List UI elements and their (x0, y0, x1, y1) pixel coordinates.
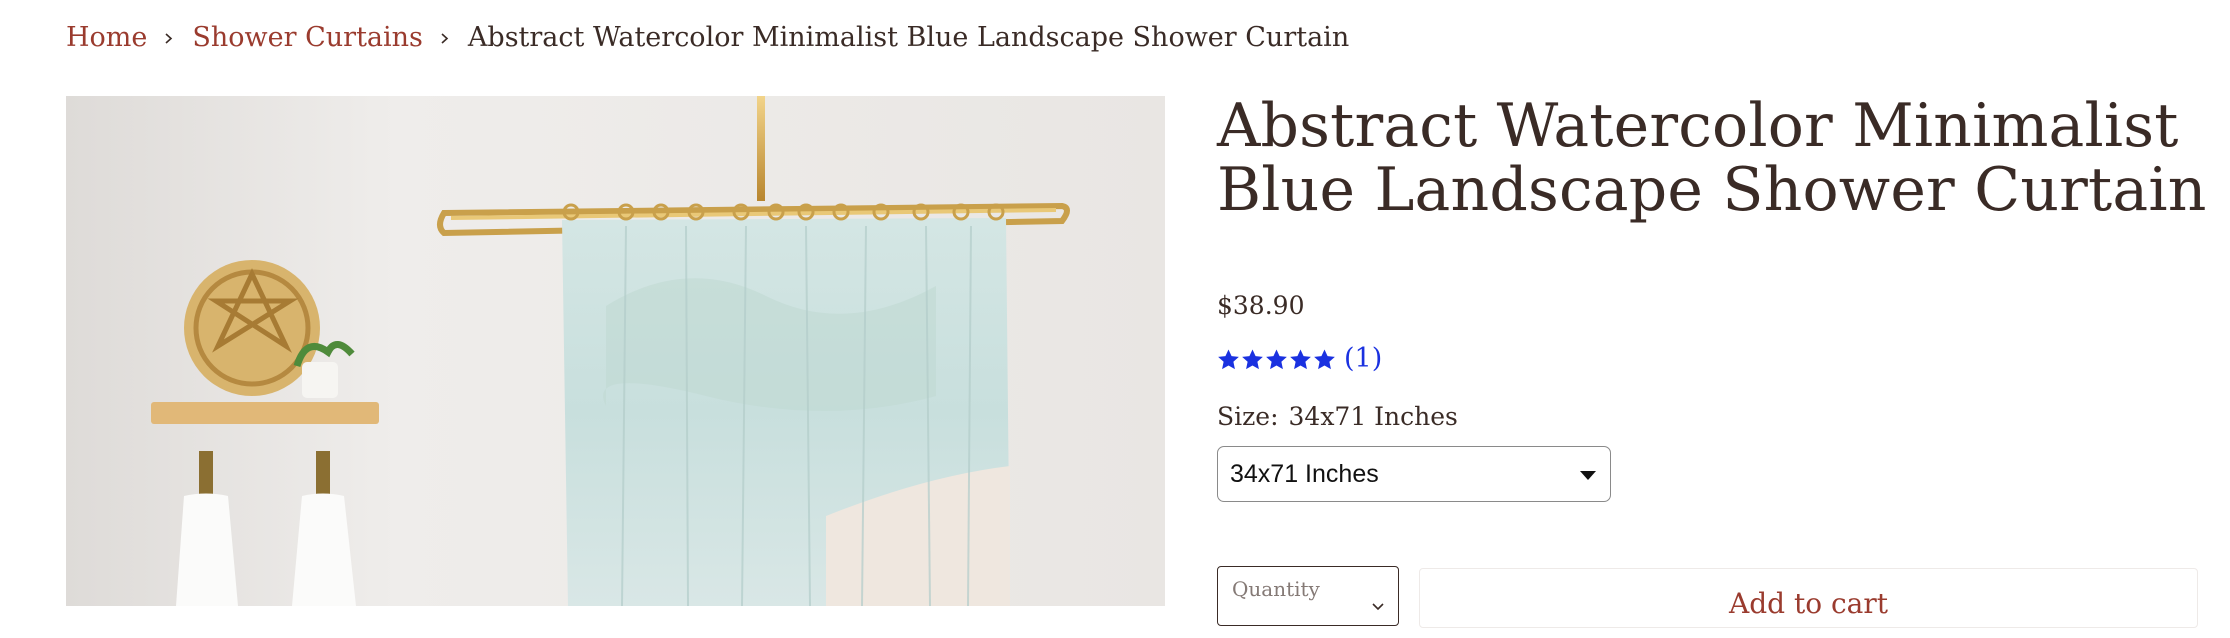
star-icon (1266, 348, 1287, 369)
size-label-text: Size: (1217, 402, 1279, 431)
caret-down-icon (1580, 471, 1596, 480)
size-selected-value: 34x71 Inches (1288, 402, 1458, 431)
product-rating[interactable]: (1) (1217, 342, 1382, 376)
review-count-link[interactable]: (1) (1344, 342, 1382, 376)
product-title: Abstract Watercolor Minimalist Blue Land… (1217, 91, 2207, 225)
product-image[interactable] (66, 96, 1165, 606)
star-icon (1314, 348, 1335, 369)
breadcrumb-current: Abstract Watercolor Minimalist Blue Land… (467, 22, 1350, 53)
star-icon (1218, 348, 1239, 369)
star-rating (1217, 348, 1336, 371)
quantity-label: Quantity (1232, 577, 1320, 601)
size-select[interactable]: 34x71 Inches (1217, 446, 1611, 502)
add-to-cart-button[interactable]: Add to cart (1419, 568, 2198, 628)
chevron-right-icon (439, 32, 450, 44)
breadcrumb: Home Shower Curtains Abstract Watercolor… (66, 20, 1349, 56)
product-photo-illustration (66, 96, 1165, 606)
chevron-down-icon (1372, 603, 1384, 611)
star-icon (1290, 348, 1311, 369)
quantity-selector[interactable]: Quantity (1217, 566, 1399, 626)
chevron-right-icon (163, 32, 174, 44)
star-icon (1242, 348, 1263, 369)
breadcrumb-home-link[interactable]: Home (66, 20, 147, 56)
size-select-value: 34x71 Inches (1230, 459, 1379, 488)
breadcrumb-category-link[interactable]: Shower Curtains (192, 20, 423, 56)
product-price: $38.90 (1217, 291, 1305, 320)
size-label: Size: 34x71 Inches (1217, 400, 1458, 434)
